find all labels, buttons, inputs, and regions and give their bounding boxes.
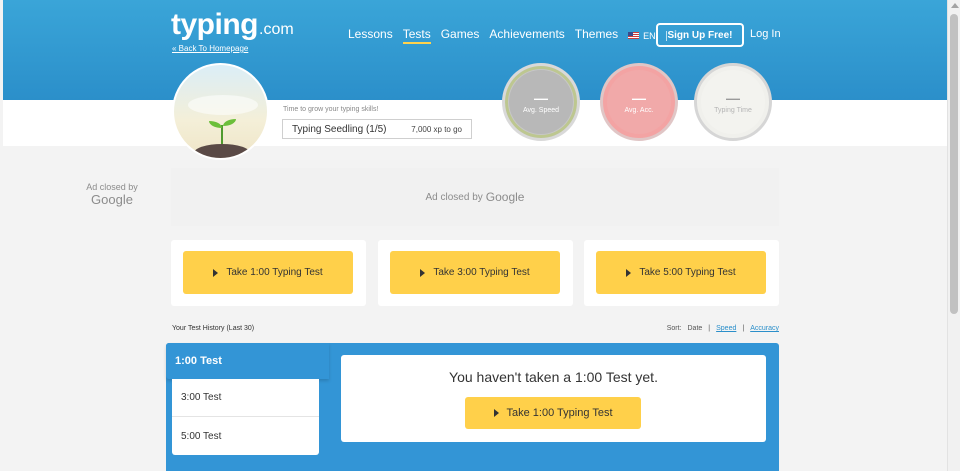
- side-ad-placeholder: Ad closed by Google: [79, 182, 145, 207]
- test-card-1min: Take 1:00 Typing Test: [171, 240, 366, 306]
- nav-achievements[interactable]: Achievements: [489, 27, 564, 44]
- level-name: Typing Seedling (1/5): [292, 123, 387, 135]
- log-in-link[interactable]: Log In: [750, 28, 781, 40]
- sort-controls: Sort: Date | Speed | Accuracy: [667, 325, 779, 332]
- avg-speed-gauge: — Avg. Speed: [502, 63, 580, 141]
- empty-history-message: You haven't taken a 1:00 Test yet.: [449, 369, 658, 385]
- typing-time-gauge: — Typing Time: [694, 63, 772, 141]
- play-icon: [213, 268, 219, 277]
- main-ad-brand: Google: [485, 190, 525, 204]
- empty-history-card: You haven't taken a 1:00 Test yet. Take …: [341, 355, 766, 442]
- seedling-leaf-icon: [223, 119, 236, 126]
- avg-accuracy-value: —: [632, 89, 646, 106]
- take-3min-test-button[interactable]: Take 3:00 Typing Test: [390, 251, 560, 294]
- nav-themes[interactable]: Themes: [575, 27, 618, 44]
- main-ad-placeholder: Ad closed by Google: [171, 168, 779, 226]
- back-to-homepage-link[interactable]: « Back To Homepage: [172, 44, 248, 53]
- language-label: EN: [643, 30, 656, 41]
- take-5min-test-label: Take 5:00 Typing Test: [639, 267, 736, 278]
- profile-band: [3, 100, 947, 146]
- language-selector[interactable]: EN: [628, 31, 656, 41]
- nav-tests[interactable]: Tests: [402, 27, 431, 44]
- soil-mound: [194, 144, 250, 158]
- main-nav: Lessons Tests Games Achievements Themes …: [348, 27, 677, 44]
- seedling-stem: [221, 125, 223, 145]
- nav-lessons[interactable]: Lessons: [348, 27, 393, 44]
- tab-1min-test[interactable]: 1:00 Test: [166, 343, 329, 379]
- sort-divider: |: [708, 325, 711, 332]
- empty-take-test-button[interactable]: Take 1:00 Typing Test: [465, 397, 641, 429]
- tab-3min-test[interactable]: 3:00 Test: [172, 379, 319, 417]
- take-5min-test-button[interactable]: Take 5:00 Typing Test: [596, 251, 766, 294]
- typing-time-value: —: [726, 89, 740, 106]
- empty-take-test-label: Take 1:00 Typing Test: [506, 407, 613, 419]
- logo-domain: .com: [259, 21, 294, 38]
- sort-accuracy[interactable]: Accuracy: [750, 325, 779, 332]
- xp-remaining: 7,000 xp to go: [411, 124, 462, 134]
- test-card-3min: Take 3:00 Typing Test: [378, 240, 573, 306]
- level-progress-box: Typing Seedling (1/5) 7,000 xp to go: [282, 119, 472, 139]
- seedling-leaf-icon: [209, 121, 222, 128]
- avg-accuracy-label: Avg. Acc.: [624, 106, 654, 114]
- page: typing.com « Back To Homepage Lessons Te…: [3, 0, 947, 471]
- vertical-scrollbar[interactable]: [947, 0, 960, 471]
- sort-label: Sort:: [666, 325, 682, 332]
- us-flag-icon: [628, 32, 640, 39]
- cloud-shape: [188, 95, 258, 115]
- sign-up-button[interactable]: Sign Up Free!: [656, 23, 744, 47]
- logo-main: typing: [171, 8, 259, 41]
- take-1min-test-label: Take 1:00 Typing Test: [226, 267, 323, 278]
- nav-games[interactable]: Games: [441, 27, 480, 44]
- play-icon: [626, 268, 632, 277]
- header-hero: [3, 0, 947, 100]
- avg-speed-label: Avg. Speed: [522, 106, 560, 114]
- grow-tagline: Time to grow your typing skills!: [283, 106, 379, 113]
- scrollbar-thumb[interactable]: [950, 14, 958, 314]
- play-icon: [420, 268, 426, 277]
- avg-accuracy-gauge: — Avg. Acc.: [600, 63, 678, 141]
- play-icon: [493, 409, 499, 417]
- avg-speed-value: —: [534, 89, 548, 106]
- seedling-avatar: [172, 63, 269, 160]
- site-logo[interactable]: typing.com: [171, 8, 294, 42]
- typing-time-label: Typing Time: [714, 106, 752, 114]
- history-tab-list: 3:00 Test 5:00 Test: [172, 379, 319, 455]
- take-3min-test-label: Take 3:00 Typing Test: [433, 267, 530, 278]
- main-ad-text: Ad closed by: [425, 191, 483, 203]
- test-history-title: Your Test History (Last 30): [172, 325, 255, 332]
- scroll-up-arrow-icon[interactable]: [951, 3, 959, 8]
- sort-date[interactable]: Date: [688, 325, 703, 332]
- side-ad-text: Ad closed by: [86, 182, 138, 192]
- tab-5min-test[interactable]: 5:00 Test: [172, 417, 319, 455]
- sort-divider: |: [742, 325, 745, 332]
- test-card-5min: Take 5:00 Typing Test: [584, 240, 779, 306]
- sort-speed[interactable]: Speed: [716, 325, 736, 332]
- side-ad-brand: Google: [91, 192, 133, 207]
- take-1min-test-button[interactable]: Take 1:00 Typing Test: [183, 251, 353, 294]
